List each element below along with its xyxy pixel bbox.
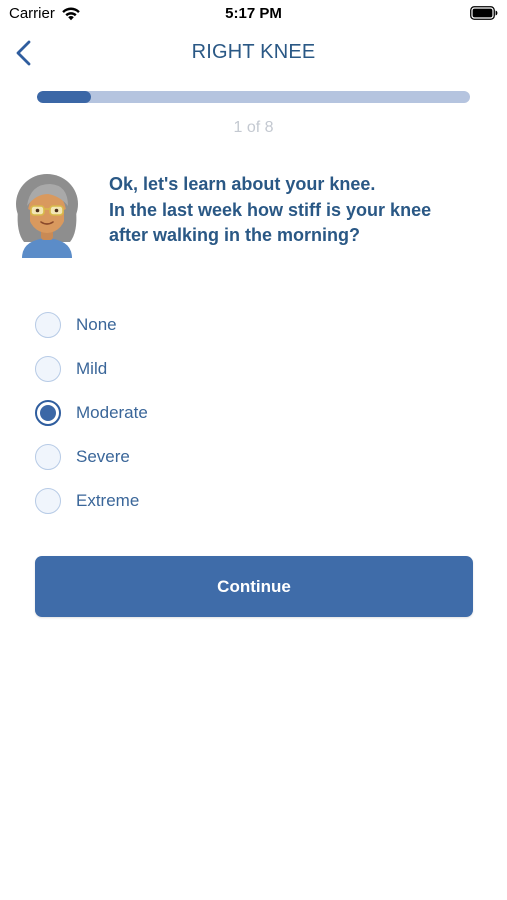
question-line-1: Ok, let's learn about your knee. [109,174,376,194]
radio-button[interactable] [35,488,61,514]
status-time: 5:17 PM [225,5,282,22]
radio-button[interactable] [35,312,61,338]
elderly-woman-avatar-icon [16,174,78,258]
progress-bar [37,91,470,103]
progress-label: 1 of 8 [233,119,274,136]
option-extreme[interactable]: Extreme [35,479,148,523]
question-line-3: after walking in the morning? [109,225,361,245]
navigation-bar: RIGHT KNEE [0,30,507,76]
battery-icon [470,6,498,20]
question-text: Ok, let's learn about your knee. In the … [109,172,489,249]
option-label: Mild [76,359,108,378]
option-moderate[interactable]: Moderate [35,391,148,435]
status-bar: Carrier 5:17 PM [0,0,507,30]
option-severe[interactable]: Severe [35,435,148,479]
progress-bar-fill [37,91,92,103]
option-label: Extreme [76,491,140,510]
radio-button[interactable] [35,444,61,470]
option-mild[interactable]: Mild [35,347,148,391]
page-title: RIGHT KNEE [191,41,316,63]
continue-button[interactable]: Continue [35,556,473,617]
option-none[interactable]: None [35,303,148,347]
option-label: None [76,315,117,334]
option-label: Severe [76,447,130,466]
question-line-2: In the last week how stiff is your knee [109,199,432,220]
answer-options: None Mild Moderate Severe Extreme [35,303,148,523]
option-label: Moderate [76,403,148,422]
radio-button[interactable] [35,356,61,382]
radio-button[interactable] [35,400,61,426]
